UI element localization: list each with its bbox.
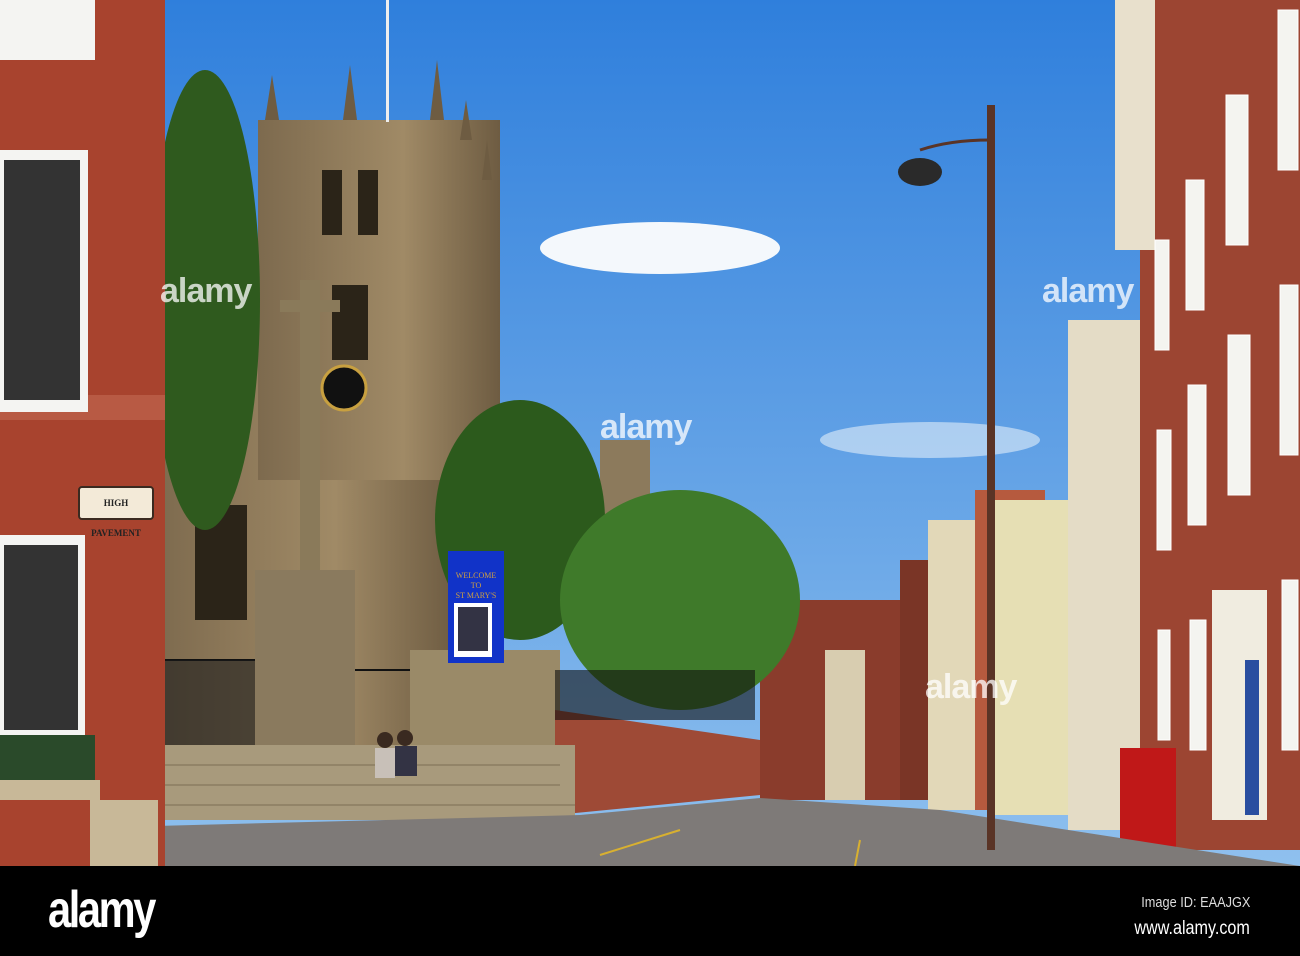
board-line-3: ST MARY'S <box>455 591 497 600</box>
watermark: alamy <box>160 272 252 310</box>
lamp-post <box>987 105 995 850</box>
church-clock <box>320 364 368 412</box>
cloud <box>540 222 780 274</box>
watermark: alamy <box>600 408 692 446</box>
street-photo: HIGH PAVEMENT WELCOME TO ST MARY'S alamy… <box>0 0 1300 867</box>
church-welcome-board: WELCOME TO ST MARY'S <box>448 551 504 663</box>
board-line-1: WELCOME <box>455 571 497 580</box>
watermark: alamy <box>1042 272 1134 310</box>
board-poster <box>454 603 492 657</box>
alamy-logo: alamy <box>48 881 156 939</box>
board-line-2: TO <box>470 581 482 590</box>
street-name-sign: HIGH PAVEMENT <box>78 486 154 538</box>
watermark: alamy <box>925 668 1017 706</box>
image-id: Image ID: EAAJGX <box>1140 894 1250 911</box>
footer-bar: alamy Image ID: EAAJGX www.alamy.com <box>0 866 1300 956</box>
website-link[interactable]: www.alamy.com <box>1135 918 1250 940</box>
